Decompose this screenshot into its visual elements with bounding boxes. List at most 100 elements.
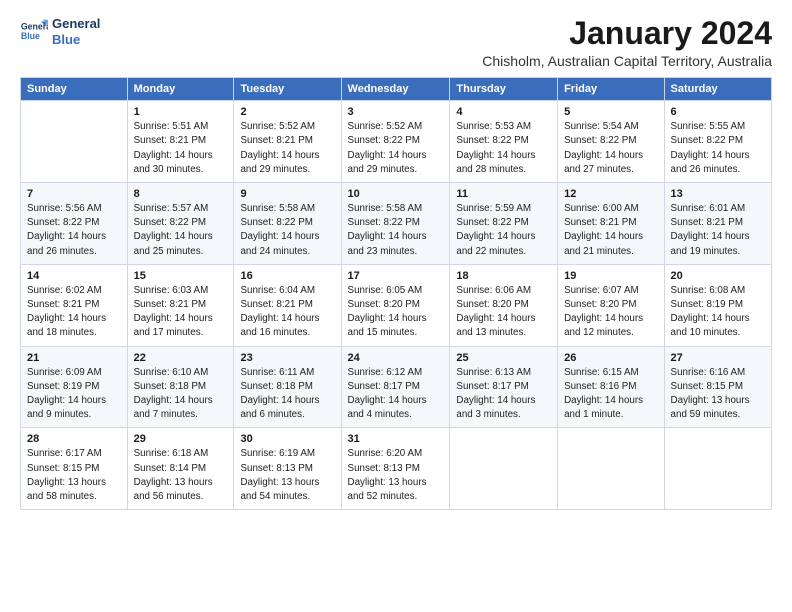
- day-number: 3: [348, 106, 444, 118]
- day-detail: Sunrise: 6:19 AM Sunset: 8:13 PM Dayligh…: [240, 447, 334, 504]
- day-detail: Sunrise: 5:59 AM Sunset: 8:22 PM Dayligh…: [456, 202, 551, 259]
- day-number: 17: [348, 270, 444, 282]
- day-detail: Sunrise: 6:07 AM Sunset: 8:20 PM Dayligh…: [564, 284, 657, 341]
- calendar-cell: 2 Sunrise: 5:52 AM Sunset: 8:21 PM Daylig…: [234, 101, 341, 183]
- day-number: 29: [134, 433, 228, 445]
- header-row: General Blue General Blue January 2024 C…: [20, 16, 772, 69]
- calendar-cell: 14 Sunrise: 6:02 AM Sunset: 8:21 PM Dayli…: [21, 264, 128, 346]
- day-detail: Sunrise: 5:55 AM Sunset: 8:22 PM Dayligh…: [671, 120, 765, 177]
- calendar-cell: 17 Sunrise: 6:05 AM Sunset: 8:20 PM Dayli…: [341, 264, 450, 346]
- day-detail: Sunrise: 6:18 AM Sunset: 8:14 PM Dayligh…: [134, 447, 228, 504]
- calendar-cell: 16Sunrise: 6:04 AM Sunset: 8:21 PM Dayli…: [234, 264, 341, 346]
- day-number: 20: [671, 270, 765, 282]
- calendar-cell: 12 Sunrise: 6:00 AM Sunset: 8:21 PM Dayli…: [558, 183, 664, 265]
- calendar-cell: 19Sunrise: 6:07 AM Sunset: 8:20 PM Dayli…: [558, 264, 664, 346]
- calendar-header-wednesday: Wednesday: [341, 78, 450, 101]
- day-detail: Sunrise: 5:54 AM Sunset: 8:22 PM Dayligh…: [564, 120, 657, 177]
- calendar-cell: 31Sunrise: 6:20 AM Sunset: 8:13 PM Dayli…: [341, 428, 450, 510]
- calendar-week-row: 1Sunrise: 5:51 AM Sunset: 8:21 PM Daylig…: [21, 101, 772, 183]
- calendar-cell: 15 Sunrise: 6:03 AM Sunset: 8:21 PM Dayli…: [127, 264, 234, 346]
- day-detail: Sunrise: 5:52 AM Sunset: 8:21 PM Dayligh…: [240, 120, 334, 177]
- day-detail: Sunrise: 5:52 AM Sunset: 8:22 PM Dayligh…: [348, 120, 444, 177]
- page-title: January 2024: [482, 16, 772, 51]
- day-number: 11: [456, 188, 551, 200]
- calendar-header-sunday: Sunday: [21, 78, 128, 101]
- day-detail: Sunrise: 6:17 AM Sunset: 8:15 PM Dayligh…: [27, 447, 121, 504]
- day-number: 26: [564, 352, 657, 364]
- calendar-week-row: 14 Sunrise: 6:02 AM Sunset: 8:21 PM Dayli…: [21, 264, 772, 346]
- calendar-cell: 30 Sunrise: 6:19 AM Sunset: 8:13 PM Dayli…: [234, 428, 341, 510]
- day-detail: Sunrise: 6:02 AM Sunset: 8:21 PM Dayligh…: [27, 284, 121, 341]
- calendar-cell: 4 Sunrise: 5:53 AM Sunset: 8:22 PM Daylig…: [450, 101, 558, 183]
- calendar-week-row: 28 Sunrise: 6:17 AM Sunset: 8:15 PM Dayli…: [21, 428, 772, 510]
- svg-text:Blue: Blue: [21, 31, 40, 41]
- day-detail: Sunrise: 6:00 AM Sunset: 8:21 PM Dayligh…: [564, 202, 657, 259]
- day-number: 22: [134, 352, 228, 364]
- day-detail: Sunrise: 6:12 AM Sunset: 8:17 PM Dayligh…: [348, 366, 444, 423]
- day-detail: Sunrise: 6:03 AM Sunset: 8:21 PM Dayligh…: [134, 284, 228, 341]
- page: General Blue General Blue January 2024 C…: [0, 0, 792, 520]
- calendar-header-saturday: Saturday: [664, 78, 771, 101]
- day-number: 27: [671, 352, 765, 364]
- day-number: 28: [27, 433, 121, 445]
- day-number: 5: [564, 106, 657, 118]
- calendar-cell: 29 Sunrise: 6:18 AM Sunset: 8:14 PM Dayli…: [127, 428, 234, 510]
- day-number: 21: [27, 352, 121, 364]
- calendar-cell: 18Sunrise: 6:06 AM Sunset: 8:20 PM Dayli…: [450, 264, 558, 346]
- day-number: 8: [134, 188, 228, 200]
- day-detail: Sunrise: 6:04 AM Sunset: 8:21 PM Dayligh…: [240, 284, 334, 341]
- calendar-cell: 1Sunrise: 5:51 AM Sunset: 8:21 PM Daylig…: [127, 101, 234, 183]
- day-detail: Sunrise: 6:10 AM Sunset: 8:18 PM Dayligh…: [134, 366, 228, 423]
- calendar-cell: [21, 101, 128, 183]
- calendar-cell: [664, 428, 771, 510]
- day-number: 15: [134, 270, 228, 282]
- logo-text-general: General: [52, 16, 100, 32]
- calendar-table: SundayMondayTuesdayWednesdayThursdayFrid…: [20, 77, 772, 510]
- calendar-cell: 27 Sunrise: 6:16 AM Sunset: 8:15 PM Dayli…: [664, 346, 771, 428]
- day-detail: Sunrise: 5:58 AM Sunset: 8:22 PM Dayligh…: [348, 202, 444, 259]
- calendar-cell: 5 Sunrise: 5:54 AM Sunset: 8:22 PM Daylig…: [558, 101, 664, 183]
- calendar-cell: [450, 428, 558, 510]
- logo-text-blue: Blue: [52, 32, 100, 48]
- calendar-cell: 21 Sunrise: 6:09 AM Sunset: 8:19 PM Dayli…: [21, 346, 128, 428]
- day-number: 7: [27, 188, 121, 200]
- calendar-header-row: SundayMondayTuesdayWednesdayThursdayFrid…: [21, 78, 772, 101]
- calendar-header-friday: Friday: [558, 78, 664, 101]
- calendar-cell: 3 Sunrise: 5:52 AM Sunset: 8:22 PM Daylig…: [341, 101, 450, 183]
- calendar-cell: 28 Sunrise: 6:17 AM Sunset: 8:15 PM Dayli…: [21, 428, 128, 510]
- calendar-cell: 23Sunrise: 6:11 AM Sunset: 8:18 PM Dayli…: [234, 346, 341, 428]
- day-number: 12: [564, 188, 657, 200]
- calendar-cell: 9 Sunrise: 5:58 AM Sunset: 8:22 PM Daylig…: [234, 183, 341, 265]
- calendar-cell: 25Sunrise: 6:13 AM Sunset: 8:17 PM Dayli…: [450, 346, 558, 428]
- calendar-cell: 7 Sunrise: 5:56 AM Sunset: 8:22 PM Daylig…: [21, 183, 128, 265]
- calendar-cell: 20Sunrise: 6:08 AM Sunset: 8:19 PM Dayli…: [664, 264, 771, 346]
- day-detail: Sunrise: 5:53 AM Sunset: 8:22 PM Dayligh…: [456, 120, 551, 177]
- day-detail: Sunrise: 6:05 AM Sunset: 8:20 PM Dayligh…: [348, 284, 444, 341]
- title-block: January 2024 Chisholm, Australian Capita…: [482, 16, 772, 69]
- day-number: 23: [240, 352, 334, 364]
- day-detail: Sunrise: 5:58 AM Sunset: 8:22 PM Dayligh…: [240, 202, 334, 259]
- day-number: 24: [348, 352, 444, 364]
- calendar-cell: 10Sunrise: 5:58 AM Sunset: 8:22 PM Dayli…: [341, 183, 450, 265]
- day-number: 13: [671, 188, 765, 200]
- day-number: 9: [240, 188, 334, 200]
- calendar-cell: [558, 428, 664, 510]
- day-detail: Sunrise: 6:16 AM Sunset: 8:15 PM Dayligh…: [671, 366, 765, 423]
- day-number: 2: [240, 106, 334, 118]
- day-number: 30: [240, 433, 334, 445]
- calendar-cell: 24 Sunrise: 6:12 AM Sunset: 8:17 PM Dayli…: [341, 346, 450, 428]
- calendar-cell: 13Sunrise: 6:01 AM Sunset: 8:21 PM Dayli…: [664, 183, 771, 265]
- day-detail: Sunrise: 5:56 AM Sunset: 8:22 PM Dayligh…: [27, 202, 121, 259]
- day-detail: Sunrise: 6:20 AM Sunset: 8:13 PM Dayligh…: [348, 447, 444, 504]
- page-subtitle: Chisholm, Australian Capital Territory, …: [482, 53, 772, 69]
- calendar-cell: 6Sunrise: 5:55 AM Sunset: 8:22 PM Daylig…: [664, 101, 771, 183]
- day-number: 14: [27, 270, 121, 282]
- day-detail: Sunrise: 6:09 AM Sunset: 8:19 PM Dayligh…: [27, 366, 121, 423]
- day-detail: Sunrise: 6:06 AM Sunset: 8:20 PM Dayligh…: [456, 284, 551, 341]
- day-number: 4: [456, 106, 551, 118]
- calendar-week-row: 21 Sunrise: 6:09 AM Sunset: 8:19 PM Dayli…: [21, 346, 772, 428]
- calendar-header-thursday: Thursday: [450, 78, 558, 101]
- day-detail: Sunrise: 6:13 AM Sunset: 8:17 PM Dayligh…: [456, 366, 551, 423]
- day-number: 1: [134, 106, 228, 118]
- calendar-week-row: 7 Sunrise: 5:56 AM Sunset: 8:22 PM Daylig…: [21, 183, 772, 265]
